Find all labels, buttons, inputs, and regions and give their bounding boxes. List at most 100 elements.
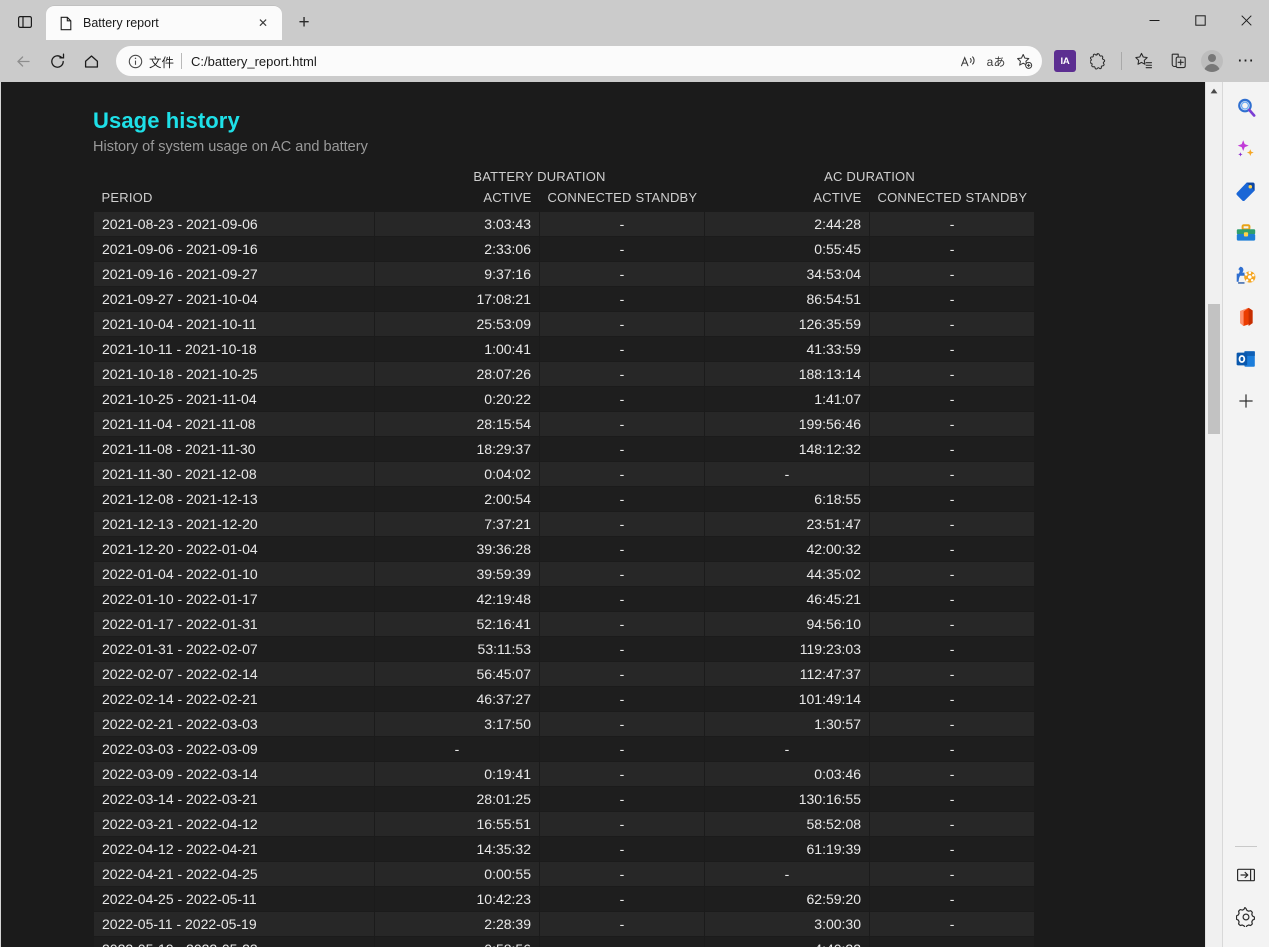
cell-period: 2022-04-25 - 2022-05-11 [94, 887, 375, 912]
games-icon[interactable] [1230, 259, 1262, 291]
cell-period: 2022-01-17 - 2022-01-31 [94, 612, 375, 637]
favorite-add-icon[interactable] [1010, 48, 1038, 74]
settings-gear-icon[interactable] [1230, 901, 1262, 933]
tab-close-button[interactable]: ✕ [252, 12, 274, 34]
close-window-button[interactable] [1223, 0, 1269, 40]
cell-battery-active: 42:19:48 [375, 587, 540, 612]
settings-and-more-button[interactable]: ⋯ [1229, 46, 1263, 76]
cell-ac-standby: - [870, 787, 1035, 812]
cell-ac-standby: - [870, 637, 1035, 662]
search-icon[interactable] [1230, 91, 1262, 123]
favorites-icon[interactable] [1127, 46, 1161, 76]
column-header-period: PERIOD [94, 188, 375, 212]
info-icon[interactable] [126, 52, 144, 70]
tab-search-button[interactable] [6, 6, 44, 38]
home-button[interactable] [74, 46, 108, 76]
maximize-button[interactable] [1177, 0, 1223, 40]
table-row: 2021-10-25 - 2021-11-040:20:22-1:41:07- [94, 387, 1035, 412]
refresh-button[interactable] [40, 46, 74, 76]
cell-ac-standby: - [870, 412, 1035, 437]
cell-battery-standby: - [540, 487, 705, 512]
cell-period: 2021-12-20 - 2022-01-04 [94, 537, 375, 562]
cell-battery-active: 53:11:53 [375, 637, 540, 662]
cell-battery-standby: - [540, 312, 705, 337]
address-url-text[interactable]: C:/battery_report.html [191, 54, 954, 69]
usage-history-table: BATTERY DURATION AC DURATION PERIOD ACTI… [93, 167, 1035, 947]
cell-battery-standby: - [540, 712, 705, 737]
cell-battery-standby: - [540, 387, 705, 412]
browser-essentials-icon[interactable] [1082, 46, 1116, 76]
table-row: 2021-09-06 - 2021-09-162:33:06-0:55:45- [94, 237, 1035, 262]
outlook-icon[interactable] [1230, 343, 1262, 375]
cell-battery-standby: - [540, 287, 705, 312]
cell-battery-standby: - [540, 687, 705, 712]
cell-ac-standby: - [870, 287, 1035, 312]
cell-ac-standby: - [870, 737, 1035, 762]
cell-ac-standby: - [870, 487, 1035, 512]
tab-strip: Battery report ✕ + [0, 0, 1269, 40]
tools-icon[interactable] [1230, 217, 1262, 249]
cell-period: 2021-11-30 - 2021-12-08 [94, 462, 375, 487]
cell-battery-standby: - [540, 787, 705, 812]
profile-button[interactable] [1195, 46, 1229, 76]
cell-ac-standby: - [870, 562, 1035, 587]
table-column-header-row: PERIOD ACTIVE CONNECTED STANDBY ACTIVE C… [94, 188, 1035, 212]
cell-battery-active: 0:00:55 [375, 862, 540, 887]
cell-ac-standby: - [870, 862, 1035, 887]
vertical-scrollbar[interactable] [1205, 82, 1222, 947]
collections-icon[interactable] [1161, 46, 1195, 76]
group-header-battery-duration: BATTERY DURATION [375, 167, 705, 188]
cell-ac-active: 199:56:46 [705, 412, 870, 437]
back-button[interactable] [6, 46, 40, 76]
scrollbar-thumb[interactable] [1208, 304, 1220, 434]
office-icon[interactable] [1230, 301, 1262, 333]
cell-ac-active: 6:18:55 [705, 487, 870, 512]
immersive-reader-button[interactable]: IA [1048, 46, 1082, 76]
sidebar-toggle-icon[interactable] [1230, 859, 1262, 891]
cell-battery-active: - [375, 737, 540, 762]
cell-battery-standby: - [540, 637, 705, 662]
cell-battery-active: 28:01:25 [375, 787, 540, 812]
cell-period: 2021-12-08 - 2021-12-13 [94, 487, 375, 512]
cell-battery-active: 2:28:39 [375, 912, 540, 937]
browser-toolbar: 文件 C:/battery_report.html aあ [0, 40, 1269, 82]
new-tab-button[interactable]: + [288, 7, 320, 39]
cell-period: 2021-09-27 - 2021-10-04 [94, 287, 375, 312]
cell-ac-standby: - [870, 662, 1035, 687]
scrollbar-up-arrow[interactable] [1206, 82, 1222, 99]
table-row: 2022-03-21 - 2022-04-1216:55:51-58:52:08… [94, 812, 1035, 837]
cell-battery-standby: - [540, 812, 705, 837]
cell-battery-active: 2:00:54 [375, 487, 540, 512]
cell-battery-standby: - [540, 912, 705, 937]
table-row: 2022-01-04 - 2022-01-1039:59:39-44:35:02… [94, 562, 1035, 587]
cell-ac-active: 0:03:46 [705, 762, 870, 787]
translate-icon[interactable]: aあ [982, 48, 1010, 74]
cell-period: 2021-10-11 - 2021-10-18 [94, 337, 375, 362]
window-controls [1131, 0, 1269, 40]
cell-ac-active: 41:33:59 [705, 337, 870, 362]
read-aloud-icon[interactable] [954, 48, 982, 74]
cell-battery-active: 28:07:26 [375, 362, 540, 387]
table-row: 2022-04-25 - 2022-05-1110:42:23-62:59:20… [94, 887, 1035, 912]
table-row: 2022-05-11 - 2022-05-192:28:39-3:00:30- [94, 912, 1035, 937]
table-row: 2021-10-04 - 2021-10-1125:53:09-126:35:5… [94, 312, 1035, 337]
address-separator [181, 53, 182, 69]
cell-ac-active: 58:52:08 [705, 812, 870, 837]
address-bar[interactable]: 文件 C:/battery_report.html aあ [116, 46, 1042, 76]
cell-ac-standby: - [870, 887, 1035, 912]
cell-ac-active: 130:16:55 [705, 787, 870, 812]
cell-period: 2022-03-09 - 2022-03-14 [94, 762, 375, 787]
cell-ac-standby: - [870, 462, 1035, 487]
add-icon[interactable] [1230, 385, 1262, 417]
table-row: 2021-12-08 - 2021-12-132:00:54-6:18:55- [94, 487, 1035, 512]
minimize-button[interactable] [1131, 0, 1177, 40]
table-row: 2021-09-16 - 2021-09-279:37:16-34:53:04- [94, 262, 1035, 287]
tab-battery-report[interactable]: Battery report ✕ [46, 6, 282, 40]
copilot-icon[interactable] [1230, 133, 1262, 165]
battery-report-page: Usage history History of system usage on… [1, 82, 1205, 947]
shopping-icon[interactable] [1230, 175, 1262, 207]
cell-period: 2021-10-04 - 2021-10-11 [94, 312, 375, 337]
cell-ac-standby: - [870, 762, 1035, 787]
cell-period: 2022-02-14 - 2022-02-21 [94, 687, 375, 712]
group-header-blank [94, 167, 375, 188]
